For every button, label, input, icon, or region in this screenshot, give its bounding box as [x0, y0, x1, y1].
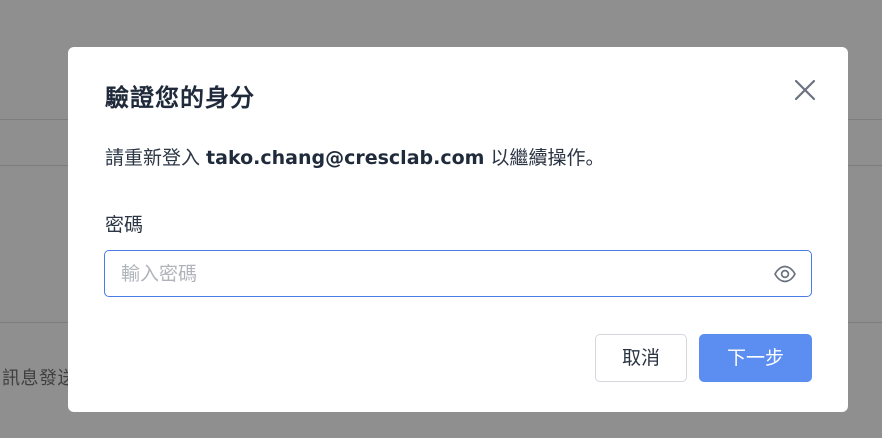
close-button[interactable] — [790, 75, 822, 107]
cancel-button[interactable]: 取消 — [595, 334, 687, 382]
screen: 訊息發送 驗證您的身分 請重新登入 tako.chang@cresclab.co… — [0, 0, 882, 438]
password-label: 密碼 — [105, 214, 144, 236]
close-icon — [794, 79, 816, 101]
background-partial-text: 訊息發送 — [2, 368, 76, 389]
dialog-description: 請重新登入 tako.chang@cresclab.com 以繼續操作。 — [105, 143, 605, 170]
toggle-password-visibility-button[interactable] — [773, 263, 797, 285]
eye-icon — [774, 265, 796, 283]
description-prefix: 請重新登入 — [105, 147, 207, 169]
account-email: tako.chang@cresclab.com — [206, 147, 485, 169]
password-input[interactable] — [121, 251, 761, 296]
password-field-wrapper — [104, 250, 812, 297]
verify-identity-dialog: 驗證您的身分 請重新登入 tako.chang@cresclab.com 以繼續… — [68, 47, 848, 412]
next-button[interactable]: 下一步 — [699, 334, 812, 382]
dialog-title: 驗證您的身分 — [105, 84, 255, 112]
description-suffix: 以繼續操作。 — [484, 147, 605, 169]
